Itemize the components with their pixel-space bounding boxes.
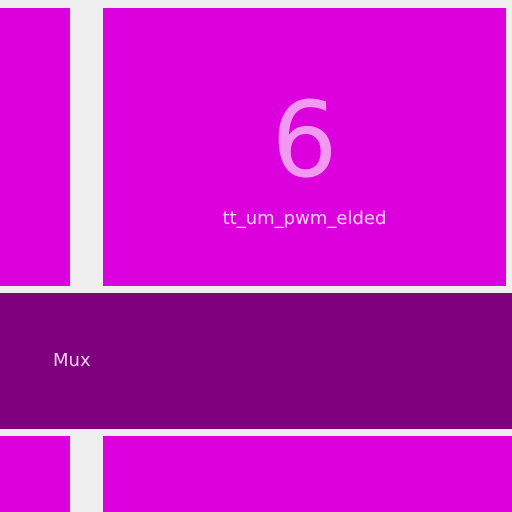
- tile-main[interactable]: 6 tt_um_pwm_elded: [103, 8, 506, 286]
- tile-right-bottom[interactable]: [103, 436, 512, 512]
- tile-grid-screen: 6 tt_um_pwm_elded Mux: [0, 0, 512, 512]
- tile-left-bottom[interactable]: [0, 436, 70, 512]
- tile-number: 6: [271, 79, 338, 201]
- tile-label: tt_um_pwm_elded: [222, 208, 387, 229]
- mux-band-label: Mux: [53, 350, 91, 371]
- tile-left-top[interactable]: [0, 8, 70, 286]
